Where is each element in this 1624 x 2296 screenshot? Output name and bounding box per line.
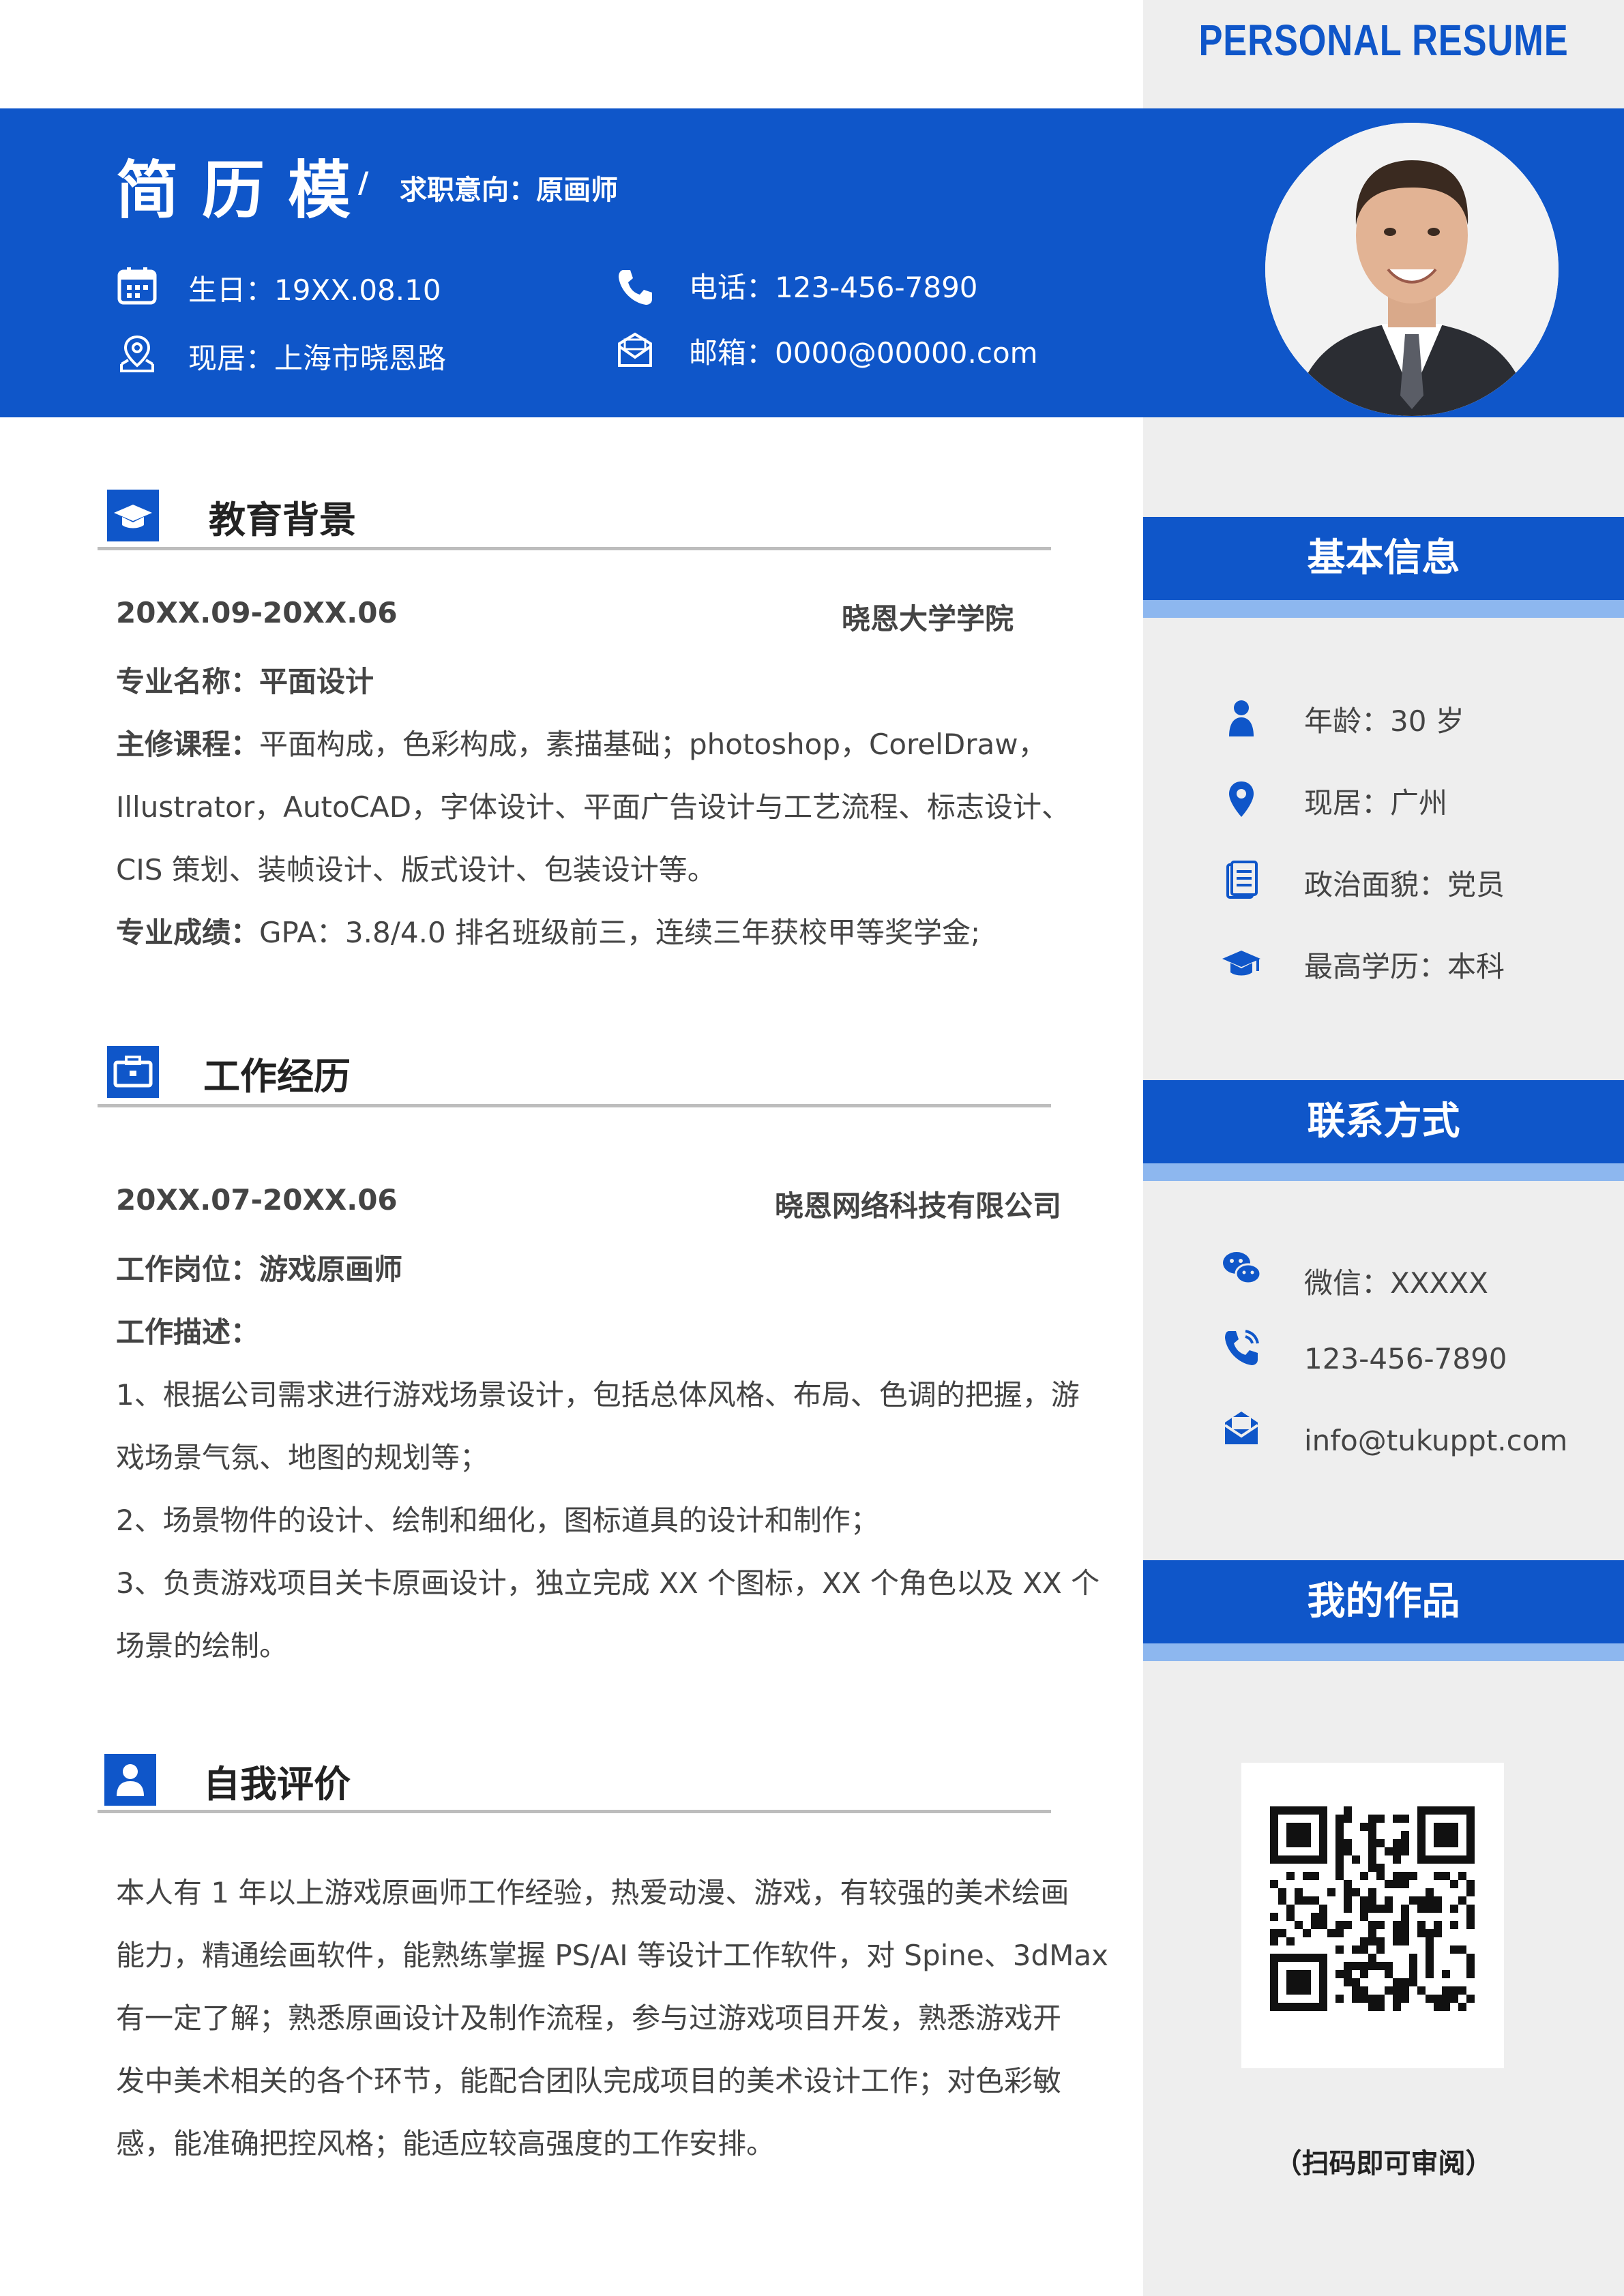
residence-text: 现居：上海市晓恩路 — [188, 342, 447, 375]
major-label: 专业名称： — [116, 665, 260, 698]
politics-text: 政治面貌：党员 — [1304, 868, 1505, 901]
sidebar-email-text: info@tukuppt.com — [1304, 1424, 1568, 1457]
education-divider — [98, 547, 1051, 550]
self-section-icon-box — [104, 1754, 156, 1806]
work-section-icon-box — [107, 1046, 159, 1098]
brand-title: PERSONAL RESUME — [1198, 16, 1569, 65]
phone-text: 电话：123-456-7890 — [689, 271, 978, 304]
education-school: 晓恩大学学院 — [841, 602, 1014, 636]
wechat-icon — [1223, 1252, 1262, 1285]
courses-text-1: 平面构成，色彩构成，素描基础；photoshop，CorelDraw， — [259, 728, 1047, 761]
location-icon — [120, 335, 154, 372]
graduation-cap-icon — [114, 505, 152, 528]
self-line-1: 本人有 1 年以上游戏原画师工作经验，热爱动漫、游戏，有较强的美术绘画 — [116, 1876, 1069, 1909]
work-desc-line-4: 3、负责游戏项目关卡原画设计，独立完成 XX 个图标，XX 个角色以及 XX 个 — [116, 1566, 1100, 1600]
work-desc-line-3: 2、场景物件的设计、绘制和细化，图标道具的设计和制作； — [116, 1504, 879, 1537]
phone-icon — [1225, 1330, 1259, 1365]
birthday-text: 生日：19XX.08.10 — [188, 273, 441, 307]
major-value: 平面设计 — [259, 665, 374, 698]
work-section-title: 工作经历 — [203, 1055, 351, 1098]
work-position-line: 工作岗位：游戏原画师 — [116, 1247, 402, 1288]
work-desc-line-5: 场景的绘制。 — [116, 1629, 289, 1663]
phone-icon — [619, 270, 652, 305]
qr-caption: （扫码即可审阅） — [1274, 2148, 1493, 2179]
graduation-cap-icon — [1222, 951, 1260, 976]
contact-header: 联系方式 — [1143, 1080, 1624, 1163]
education-courses-line-2: Illustrator，AutoCAD，字体设计、平面广告设计与工艺流程、标志设… — [116, 790, 1071, 824]
person-icon — [1229, 700, 1254, 736]
self-divider — [98, 1810, 1051, 1813]
education-courses-line-3: CIS 策划、装帧设计、版式设计、包装设计等。 — [116, 853, 716, 886]
basic-info-header: 基本信息 — [1143, 517, 1624, 600]
education-major-line: 专业名称：平面设计 — [116, 659, 374, 700]
works-header: 我的作品 — [1143, 1560, 1624, 1643]
sidebar-residence-text: 现居：广州 — [1304, 786, 1448, 820]
age-text: 年龄：30 岁 — [1304, 704, 1464, 738]
contact-accent — [1143, 1163, 1624, 1181]
self-line-2: 能力，精通绘画软件，能熟练掌握 PS/AI 等设计工作软件，对 Spine、3d… — [116, 1939, 1108, 1972]
work-date: 20XX.07-20XX.06 — [116, 1183, 398, 1217]
mail-icon — [618, 332, 652, 367]
score-value: GPA：3.8/4.0 排名班级前三，连续三年获校甲等奖学金; — [259, 916, 981, 949]
map-pin-icon — [1229, 781, 1254, 817]
sidebar-phone-text: 123-456-7890 — [1304, 1342, 1507, 1375]
education-section-icon-box — [107, 490, 159, 541]
wechat-text: 微信：XXXXX — [1304, 1266, 1488, 1300]
candidate-name: 简历模 — [116, 154, 374, 227]
education-date: 20XX.09-20XX.06 — [116, 596, 398, 629]
work-desc-line-1: 1、根据公司需求进行游戏场景设计，包括总体风格、布局、色调的把握，游 — [116, 1378, 1080, 1412]
job-intent: 求职意向：原画师 — [400, 175, 618, 206]
work-desc-line-2: 戏场景气氛、地图的规划等； — [116, 1441, 489, 1474]
courses-label: 主修课程： — [116, 728, 260, 761]
profile-photo — [1265, 123, 1559, 416]
person-portrait-icon — [1265, 123, 1559, 416]
education-score-line: 专业成绩：GPA：3.8/4.0 排名班级前三，连续三年获校甲等奖学金; — [116, 910, 980, 951]
self-line-4: 发中美术相关的各个环节，能配合团队完成项目的美术设计工作；对色彩敏 — [116, 2064, 1062, 2098]
position-value: 游戏原画师 — [259, 1253, 403, 1286]
position-label: 工作岗位： — [116, 1253, 260, 1286]
work-divider — [98, 1104, 1051, 1107]
basic-info-accent — [1143, 600, 1624, 618]
self-line-5: 感，能准确把控风格；能适应较高强度的工作安排。 — [116, 2127, 776, 2160]
mail-icon — [1224, 1412, 1259, 1444]
education-section-title: 教育背景 — [209, 498, 356, 541]
self-section-title: 自我评价 — [203, 1763, 351, 1806]
works-accent — [1143, 1643, 1624, 1661]
qr-code-icon — [1270, 1806, 1475, 2011]
briefcase-icon — [113, 1056, 153, 1088]
user-icon — [117, 1764, 144, 1796]
degree-text: 最高学历：本科 — [1304, 950, 1505, 983]
calendar-icon — [117, 267, 157, 305]
qr-code-card[interactable] — [1241, 1763, 1504, 2068]
self-line-3: 有一定了解；熟悉原画设计及制作流程，参与过游戏项目开发，熟悉游戏开 — [116, 2001, 1062, 2035]
work-desc-label: 工作描述： — [116, 1315, 260, 1349]
score-label: 专业成绩： — [116, 916, 260, 949]
work-company: 晓恩网络科技有限公司 — [774, 1189, 1061, 1223]
education-courses-line-1: 主修课程：平面构成，色彩构成，素描基础；photoshop，CorelDraw， — [116, 721, 1047, 763]
document-icon — [1226, 861, 1258, 899]
name-separator: / — [358, 166, 369, 199]
email-text: 邮箱：0000@00000.com — [689, 336, 1038, 370]
